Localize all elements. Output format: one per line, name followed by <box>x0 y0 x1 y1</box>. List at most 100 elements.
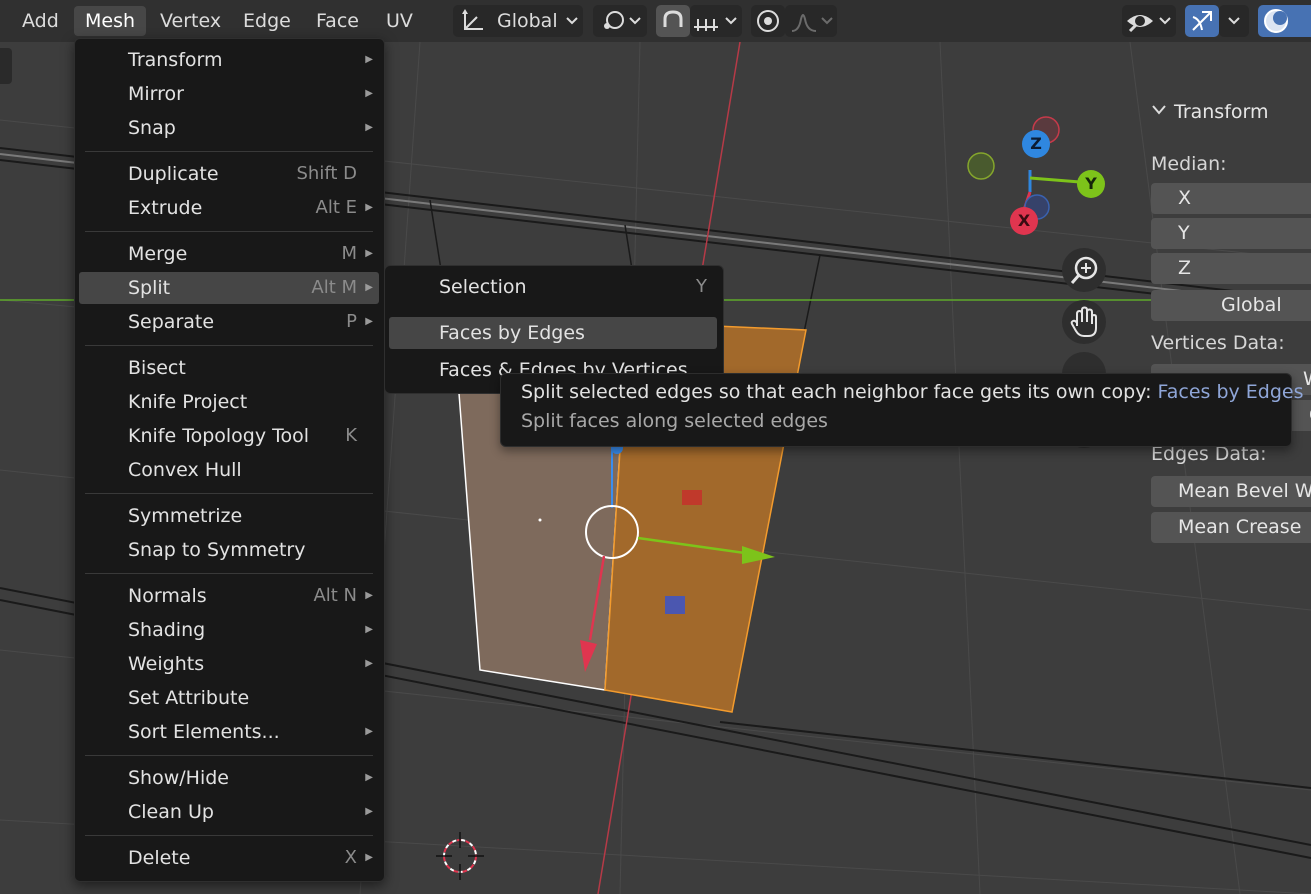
chevron-down-icon[interactable] <box>1151 104 1167 116</box>
submenu-arrow-icon: ▶ <box>365 772 373 783</box>
snap-toggle[interactable] <box>656 5 690 37</box>
tooltip-operator: Faces by Edges <box>1157 381 1304 403</box>
pivot-icon <box>604 11 624 29</box>
submenu-arrow-icon: ▶ <box>365 248 373 259</box>
menu-item-delete[interactable]: Delete X ▶ <box>79 842 379 874</box>
gizmo-y-axis[interactable]: Y <box>1077 170 1105 198</box>
menu-vertex[interactable]: Vertex <box>149 6 232 36</box>
menu-item-set-attribute[interactable]: Set Attribute <box>79 682 379 714</box>
menu-item-show-hide[interactable]: Show/Hide ▶ <box>79 762 379 794</box>
submenu-arrow-icon: ▶ <box>365 852 373 863</box>
falloff-dropdown[interactable] <box>785 5 837 37</box>
snap-icon <box>663 10 683 27</box>
menu-item-duplicate[interactable]: Duplicate Shift D <box>79 158 379 190</box>
chevron-down-icon <box>1159 17 1171 25</box>
tooltip-detail: Split faces along selected edges <box>521 410 828 432</box>
orientation-icon <box>462 9 483 30</box>
menu-separator <box>85 573 373 574</box>
submenu-arrow-icon: ▶ <box>365 806 373 817</box>
menu-separator <box>85 755 373 756</box>
gizmo-dropdown[interactable] <box>1219 5 1249 37</box>
menu-item-clean-up[interactable]: Clean Up ▶ <box>79 796 379 828</box>
mean-bevel-weight-field[interactable]: Mean Bevel We <box>1151 476 1311 507</box>
submenu-arrow-icon: ▶ <box>365 726 373 737</box>
chevron-down-icon <box>821 17 833 25</box>
overlay-toggle[interactable] <box>1258 5 1311 37</box>
vertices-data-label: Vertices Data: <box>1151 332 1285 354</box>
pan-button[interactable] <box>1062 300 1106 344</box>
menu-item-knife-project[interactable]: Knife Project <box>79 386 379 418</box>
mesh-menu: Transform ▶ Mirror ▶ Snap ▶ Duplicate Shift … <box>74 38 385 882</box>
menu-add[interactable]: Add <box>11 6 70 36</box>
shading-icon <box>1264 9 1288 33</box>
menu-item-bisect[interactable]: Bisect <box>79 352 379 384</box>
snap-increment-icon <box>694 19 718 31</box>
submenu-arrow-icon: ▶ <box>365 316 373 327</box>
submenu-arrow-icon: ▶ <box>365 54 373 65</box>
menu-item-extrude[interactable]: Extrude Alt E ▶ <box>79 192 379 224</box>
median-y-field[interactable]: Y <box>1151 218 1311 249</box>
menu-item-split-selection[interactable]: Selection Y <box>389 271 717 303</box>
median-label: Median: <box>1151 153 1227 175</box>
hand-icon <box>1070 306 1097 337</box>
snap-target-dropdown[interactable] <box>690 5 742 37</box>
orientation-label: Global <box>497 10 558 32</box>
proportional-edit-icon <box>757 10 779 32</box>
chevron-down-icon <box>566 17 578 25</box>
menu-item-knife-topology-tool[interactable]: Knife Topology Tool K <box>79 420 379 452</box>
submenu-arrow-icon: ▶ <box>365 624 373 635</box>
menu-item-sort-elements[interactable]: Sort Elements... ▶ <box>79 716 379 748</box>
visibility-dropdown[interactable] <box>1122 5 1176 37</box>
gizmo-toggle-icon <box>1192 11 1212 31</box>
menu-separator <box>85 231 373 232</box>
menu-item-normals[interactable]: Normals Alt N ▶ <box>79 580 379 612</box>
submenu-arrow-icon: ▶ <box>365 122 373 133</box>
header-bar: Add Mesh Vertex Edge Face UV Global <box>0 0 1311 42</box>
menu-item-transform[interactable]: Transform ▶ <box>79 44 379 76</box>
menu-separator <box>85 345 373 346</box>
space-toggle[interactable]: Global <box>1151 290 1311 321</box>
submenu-arrow-icon: ▶ <box>365 202 373 213</box>
menu-item-weights[interactable]: Weights ▶ <box>79 648 379 680</box>
menu-item-snap-to-symmetry[interactable]: Snap to Symmetry <box>79 534 379 566</box>
gizmo-toggle[interactable] <box>1185 5 1219 37</box>
visibility-icon <box>1127 15 1153 33</box>
menu-face[interactable]: Face <box>305 6 370 36</box>
menu-item-split[interactable]: Split Alt M ▶ <box>79 272 379 304</box>
tooltip-description: Split selected edges so that each neighb… <box>521 381 1304 403</box>
menu-mesh[interactable]: Mesh <box>74 6 147 36</box>
menu-item-separate[interactable]: Separate P ▶ <box>79 306 379 338</box>
chevron-down-icon <box>629 17 641 25</box>
menu-item-faces-by-edges[interactable]: Faces by Edges <box>389 317 717 349</box>
menu-item-mirror[interactable]: Mirror ▶ <box>79 78 379 110</box>
toolbar-edge[interactable] <box>0 48 12 84</box>
tooltip: Split selected edges so that each neighb… <box>500 373 1304 447</box>
submenu-arrow-icon: ▶ <box>365 658 373 669</box>
gizmo-z-axis[interactable]: Z <box>1022 130 1050 158</box>
menu-item-symmetrize[interactable]: Symmetrize <box>79 500 379 532</box>
zoom-icon <box>1070 256 1098 284</box>
proportional-edit-toggle[interactable] <box>751 5 785 37</box>
submenu-arrow-icon: ▶ <box>365 590 373 601</box>
panel-title[interactable]: Transform <box>1174 101 1269 123</box>
median-x-field[interactable]: X <box>1151 183 1311 214</box>
orientation-dropdown[interactable]: Global <box>453 5 583 37</box>
menu-uv[interactable]: UV <box>375 6 424 36</box>
median-z-field[interactable]: Z <box>1151 253 1311 284</box>
falloff-icon <box>791 14 817 32</box>
menu-item-merge[interactable]: Merge M ▶ <box>79 238 379 270</box>
menu-separator <box>85 151 373 152</box>
chevron-down-icon <box>725 17 737 25</box>
sidebar-panel: Transform Median: X Y Z Global Vertices … <box>1137 92 1311 894</box>
menu-item-shading[interactable]: Shading ▶ <box>79 614 379 646</box>
menu-separator <box>85 835 373 836</box>
pivot-dropdown[interactable] <box>593 5 647 37</box>
menu-edge[interactable]: Edge <box>232 6 302 36</box>
chevron-down-icon <box>1228 17 1240 25</box>
menu-item-convex-hull[interactable]: Convex Hull <box>79 454 379 486</box>
gizmo-x-axis[interactable]: X <box>1010 207 1038 235</box>
submenu-arrow-icon: ▶ <box>365 282 373 293</box>
menu-item-snap[interactable]: Snap ▶ <box>79 112 379 144</box>
mean-crease-field[interactable]: Mean Crease <box>1151 512 1311 543</box>
zoom-button[interactable] <box>1062 248 1106 292</box>
